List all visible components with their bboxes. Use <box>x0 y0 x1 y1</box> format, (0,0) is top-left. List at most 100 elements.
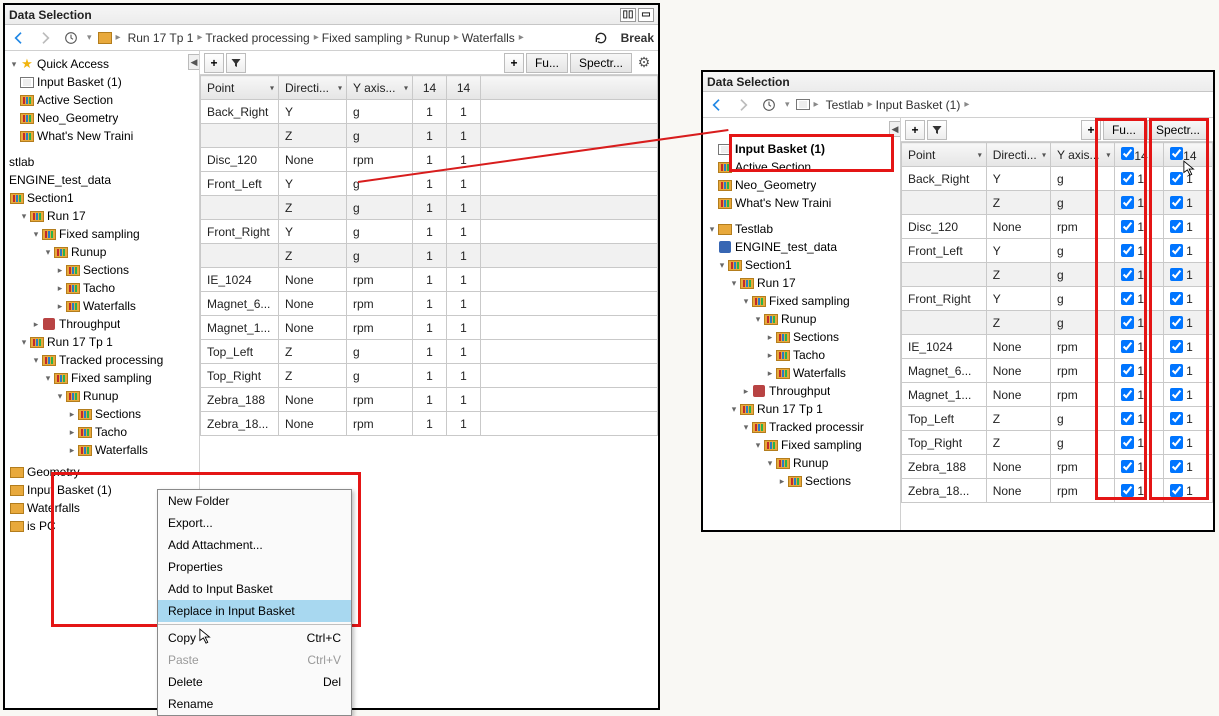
forward-button[interactable] <box>733 95 753 115</box>
tree-run17[interactable]: ▾Run 17 <box>7 207 197 225</box>
tree-item[interactable]: Geometry <box>7 463 197 481</box>
table-row[interactable]: Top_RightZg11 <box>902 431 1213 455</box>
history-button[interactable] <box>61 28 81 48</box>
table-row[interactable]: Magnet_6...Nonerpm11 <box>902 359 1213 383</box>
breadcrumb-item[interactable]: Tracked processing▸ <box>205 31 319 45</box>
table-row[interactable]: IE_1024Nonerpm11 <box>902 335 1213 359</box>
add-column-button[interactable]: + <box>905 120 925 140</box>
layout-btn-2[interactable]: ▭ <box>638 8 654 22</box>
row-checkbox[interactable] <box>1121 460 1134 473</box>
tree-item[interactable]: ▸Waterfalls <box>7 441 197 459</box>
row-checkbox[interactable] <box>1170 340 1183 353</box>
tree-fixed-sampling-2[interactable]: ▾Fixed sampling <box>7 369 197 387</box>
tree-item[interactable]: ▸Tacho <box>7 423 197 441</box>
breadcrumb-item[interactable]: Testlab▸ <box>826 98 874 112</box>
tree-sections-2[interactable]: ▸Sections <box>705 472 898 490</box>
table-row[interactable]: Zg11 <box>201 244 658 268</box>
row-checkbox[interactable] <box>1121 364 1134 377</box>
tree-item[interactable]: ▸Tacho <box>705 346 898 364</box>
table-row[interactable]: Zebra_18...Nonerpm11 <box>902 479 1213 503</box>
table-row[interactable]: Zg11 <box>902 263 1213 287</box>
quick-item[interactable]: Active Section <box>705 158 898 176</box>
col-chip-fu[interactable]: Fu... <box>526 53 568 73</box>
table-row[interactable]: Zebra_18...Nonerpm11 <box>201 412 658 436</box>
table-row[interactable]: Front_LeftYg11 <box>902 239 1213 263</box>
row-checkbox[interactable] <box>1121 268 1134 281</box>
table-row[interactable]: Back_RightYg11 <box>201 100 658 124</box>
tree-run17[interactable]: ▾Run 17 <box>705 274 898 292</box>
ctx-item[interactable]: Replace in Input Basket <box>158 600 351 622</box>
table-row[interactable]: Zg11 <box>201 196 658 220</box>
row-checkbox[interactable] <box>1121 436 1134 449</box>
table-row[interactable]: Top_RightZg11 <box>201 364 658 388</box>
table-row[interactable]: IE_1024Nonerpm11 <box>201 268 658 292</box>
row-checkbox[interactable] <box>1170 292 1183 305</box>
tree-fixed-sampling-2[interactable]: ▾Fixed sampling <box>705 436 898 454</box>
col-checkbox[interactable] <box>1170 147 1183 160</box>
filter-button[interactable] <box>927 120 947 140</box>
table-row[interactable]: Front_RightYg11 <box>902 287 1213 311</box>
table-row[interactable]: Zebra_188Nonerpm11 <box>902 455 1213 479</box>
row-checkbox[interactable] <box>1121 388 1134 401</box>
layout-btn-1[interactable]: ▯▯ <box>620 8 636 22</box>
ctx-rename[interactable]: Rename <box>158 693 351 715</box>
tree-item[interactable]: stlab <box>7 153 197 171</box>
row-checkbox[interactable] <box>1121 220 1134 233</box>
table-row[interactable]: Zg11 <box>902 191 1213 215</box>
add-chip-button[interactable]: + <box>1081 120 1101 140</box>
tree-run17tp1[interactable]: ▾Run 17 Tp 1 <box>7 333 197 351</box>
tree-throughput[interactable]: ▸Throughput <box>7 315 197 333</box>
quick-item[interactable]: Input Basket (1) <box>7 73 197 91</box>
tree-item[interactable]: ▸Waterfalls <box>705 364 898 382</box>
row-checkbox[interactable] <box>1170 244 1183 257</box>
breadcrumb-item[interactable]: Input Basket (1)▸ <box>876 98 971 112</box>
history-button[interactable] <box>759 95 779 115</box>
refresh-button[interactable] <box>591 28 611 48</box>
tree-tracked-processing[interactable]: ▾Tracked processir <box>705 418 898 436</box>
table-row[interactable]: Magnet_1...Nonerpm11 <box>902 383 1213 407</box>
ctx-item[interactable]: Add to Input Basket <box>158 578 351 600</box>
quick-item[interactable]: What's New Traini <box>7 127 197 145</box>
ctx-copy[interactable]: CopyCtrl+C <box>158 627 351 649</box>
collapse-tree-handle[interactable]: ◀ <box>188 54 200 70</box>
tree-section[interactable]: ▾Section1 <box>705 256 898 274</box>
col-chip-spectr[interactable]: Spectr... <box>570 53 632 73</box>
forward-button[interactable] <box>35 28 55 48</box>
tree-item[interactable]: ▸Sections <box>7 405 197 423</box>
row-checkbox[interactable] <box>1170 436 1183 449</box>
table-row[interactable]: Top_LeftZg11 <box>201 340 658 364</box>
tree-throughput[interactable]: ▸Throughput <box>705 382 898 400</box>
breadcrumb-item[interactable]: Runup▸ <box>414 31 459 45</box>
table-row[interactable]: Disc_120Nonerpm11 <box>201 148 658 172</box>
tree-run17tp1[interactable]: ▾Run 17 Tp 1 <box>705 400 898 418</box>
row-checkbox[interactable] <box>1170 268 1183 281</box>
row-checkbox[interactable] <box>1121 412 1134 425</box>
table-row[interactable]: Zg11 <box>201 124 658 148</box>
tree-input-basket[interactable]: Input Basket (1) <box>705 140 898 158</box>
row-checkbox[interactable] <box>1170 196 1183 209</box>
breadcrumb-item[interactable]: Fixed sampling▸ <box>322 31 413 45</box>
ctx-item[interactable]: New Folder <box>158 490 351 512</box>
tree-item[interactable]: ▸Sections <box>7 261 197 279</box>
row-checkbox[interactable] <box>1121 196 1134 209</box>
tree-runup[interactable]: ▾Runup <box>7 243 197 261</box>
table-row[interactable]: Back_RightYg11 <box>902 167 1213 191</box>
tree-fixed-sampling[interactable]: ▾Fixed sampling <box>7 225 197 243</box>
back-button[interactable] <box>9 28 29 48</box>
quick-access[interactable]: ▾★Quick Access <box>7 55 197 73</box>
tree-item[interactable]: ▸Tacho <box>7 279 197 297</box>
tree-section[interactable]: Section1 <box>7 189 197 207</box>
tree-root[interactable]: ▾Testlab <box>705 220 898 238</box>
row-checkbox[interactable] <box>1121 292 1134 305</box>
tree-tracked-processing[interactable]: ▾Tracked processing <box>7 351 197 369</box>
table-row[interactable]: Front_LeftYg11 <box>201 172 658 196</box>
row-checkbox[interactable] <box>1170 388 1183 401</box>
col-chip-fu[interactable]: Fu... <box>1103 120 1145 140</box>
row-checkbox[interactable] <box>1121 484 1134 497</box>
data-grid[interactable]: Point▾ Directi...▾ Y axis...▾ 14 14 Back… <box>901 142 1213 503</box>
row-checkbox[interactable] <box>1170 172 1183 185</box>
tree-item[interactable]: ▸Waterfalls <box>7 297 197 315</box>
quick-item[interactable]: Active Section <box>7 91 197 109</box>
row-checkbox[interactable] <box>1170 484 1183 497</box>
back-button[interactable] <box>707 95 727 115</box>
